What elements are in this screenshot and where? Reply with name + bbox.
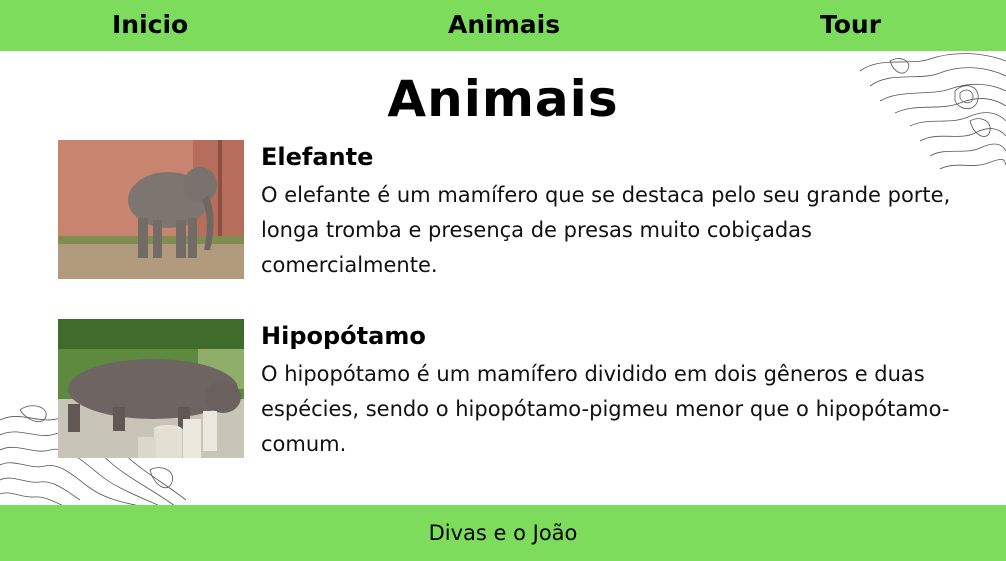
- animal-card-hipopotamo: Hipopótamo O hipopótamo é um mamífero di…: [58, 319, 998, 459]
- animal-card-elefante: Elefante O elefante é um mamífero que se…: [58, 140, 998, 280]
- animal-description: O hipopótamo é um mamífero dividido em d…: [261, 362, 950, 456]
- nav-link-tour[interactable]: Tour: [820, 0, 881, 51]
- animal-description: O elefante é um mamífero que se destaca …: [261, 183, 951, 277]
- animal-name: Hipopótamo: [261, 322, 426, 350]
- hippopotamus-photo: [58, 319, 244, 458]
- footer: Divas e o João: [0, 505, 1006, 561]
- nav-link-inicio[interactable]: Inicio: [112, 0, 188, 51]
- animal-name: Elefante: [261, 143, 374, 171]
- top-navigation: Inicio Animais Tour: [0, 0, 1006, 51]
- page-title: Animais: [387, 70, 619, 128]
- footer-text: Divas e o João: [428, 521, 578, 545]
- nav-link-animais[interactable]: Animais: [448, 0, 560, 51]
- elephant-photo: [58, 140, 244, 279]
